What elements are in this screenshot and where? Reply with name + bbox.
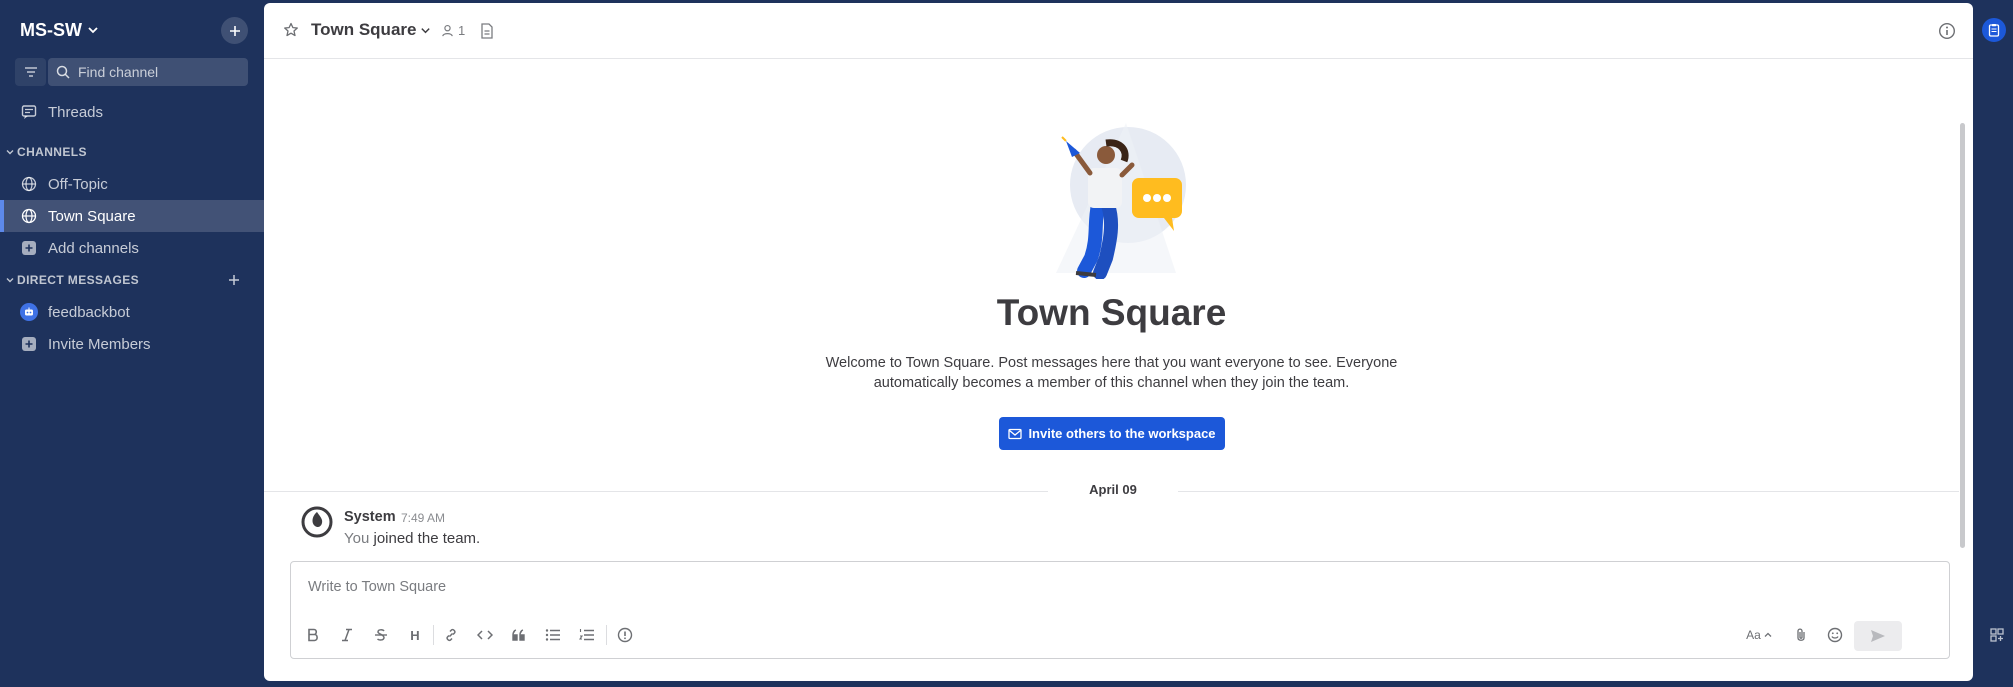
member-icon — [442, 24, 453, 37]
clipboard-icon — [1988, 24, 2000, 37]
invite-others-button[interactable]: Invite others to the workspace — [999, 417, 1225, 450]
post-message: You joined the team. — [344, 530, 480, 547]
chevron-down-icon — [421, 27, 431, 33]
toolbar-divider — [433, 625, 434, 645]
add-direct-message-icon[interactable] — [226, 272, 242, 288]
strikethrough-icon — [375, 629, 387, 641]
paperclip-icon — [1797, 628, 1805, 641]
star-icon[interactable] — [283, 22, 299, 38]
date-separator: April 09 — [1048, 482, 1178, 497]
channels-section-header[interactable]: CHANNELS — [6, 145, 87, 159]
post-message-prefix: You — [344, 530, 370, 547]
member-count: 1 — [458, 23, 466, 38]
toolbar-divider — [606, 625, 607, 645]
channel-name: Town Square — [311, 20, 417, 39]
code-icon — [477, 630, 493, 640]
post-username[interactable]: System — [344, 509, 396, 525]
sidebar-item-label: Off-Topic — [48, 175, 108, 193]
member-count-button[interactable]: 1 — [441, 23, 465, 38]
channel-name-menu[interactable]: Town Square — [311, 20, 431, 40]
app-bar-icon[interactable] — [1982, 18, 2006, 42]
plus-box-icon — [21, 336, 37, 352]
bulleted-list-button[interactable] — [541, 623, 565, 647]
search-icon — [56, 65, 70, 79]
section-title: DIRECT MESSAGES — [17, 273, 140, 287]
sidebar-item-label: Add channels — [48, 239, 139, 257]
filter-icon — [24, 67, 37, 77]
composer-placeholder: Write to Town Square — [308, 579, 447, 595]
italic-button[interactable] — [335, 623, 359, 647]
sidebar: MS-SW Find channel Threads CHANNELS Off-… — [0, 0, 264, 687]
sidebar-item-town-square[interactable]: Town Square — [0, 200, 264, 232]
sidebar-item-label: Invite Members — [48, 335, 151, 353]
post-timestamp[interactable]: 7:49 AM — [401, 511, 445, 525]
files-icon[interactable] — [480, 23, 494, 39]
chevron-up-icon — [1764, 632, 1772, 637]
info-icon[interactable] — [1938, 22, 1956, 40]
emoji-icon — [1827, 627, 1843, 643]
numbered-list-icon — [579, 629, 594, 641]
chevron-down-icon — [6, 278, 14, 283]
scrollbar[interactable] — [1960, 123, 1965, 548]
send-icon — [1871, 630, 1885, 642]
bot-avatar-icon — [20, 303, 38, 321]
quote-button[interactable] — [507, 623, 531, 647]
globe-icon — [21, 208, 37, 224]
post-message-text: joined the team. — [373, 530, 481, 547]
intro-description: Welcome to Town Square. Post messages he… — [825, 355, 1398, 391]
message-composer[interactable]: Write to Town Square H Aa — [290, 561, 1950, 659]
intro-title: Town Square — [996, 292, 1227, 333]
code-button[interactable] — [473, 623, 497, 647]
message-priority-button[interactable] — [613, 623, 637, 647]
find-channel-placeholder: Find channel — [78, 64, 159, 80]
channel-view: Town Square 1 Town Square Welcome to Tow… — [264, 3, 1973, 681]
bold-button[interactable] — [301, 623, 325, 647]
sidebar-item-off-topic[interactable]: Off-Topic — [0, 168, 264, 200]
invite-members-button[interactable]: Invite Members — [0, 328, 264, 360]
threads-icon — [21, 104, 37, 120]
apps-grid-icon[interactable] — [1990, 628, 2004, 642]
sidebar-item-label: feedbackbot — [48, 303, 130, 321]
plus-box-icon — [21, 240, 37, 256]
send-button[interactable] — [1854, 621, 1902, 651]
globe-icon — [21, 176, 37, 192]
heading-label: H — [410, 627, 420, 643]
town-square-illustration — [1056, 123, 1186, 279]
add-button[interactable] — [221, 17, 248, 44]
section-title: CHANNELS — [17, 145, 87, 159]
formatting-toggle-button[interactable]: Aa — [1741, 623, 1777, 647]
invite-button-label: Invite others to the workspace — [1028, 426, 1216, 441]
bold-icon — [308, 628, 318, 642]
channel-header: Town Square 1 — [264, 3, 1973, 59]
numbered-list-button[interactable] — [575, 623, 599, 647]
envelope-icon — [1008, 428, 1023, 439]
filter-button[interactable] — [15, 58, 46, 86]
link-button[interactable] — [439, 623, 463, 647]
strikethrough-button[interactable] — [369, 623, 393, 647]
sidebar-item-label: Town Square — [48, 207, 136, 225]
system-avatar-icon — [301, 506, 333, 538]
team-name: MS-SW — [20, 19, 82, 40]
italic-icon — [342, 628, 352, 642]
sidebar-item-feedbackbot[interactable]: feedbackbot — [0, 296, 264, 328]
attach-button[interactable] — [1789, 623, 1813, 647]
formatting-toggle-label: Aa — [1746, 628, 1761, 642]
chevron-down-icon — [6, 150, 14, 155]
heading-button[interactable]: H — [403, 623, 427, 647]
quote-icon — [512, 629, 525, 641]
emoji-button[interactable] — [1823, 623, 1847, 647]
alert-circle-icon — [617, 627, 633, 643]
chevron-down-icon — [88, 27, 98, 34]
sidebar-item-label: Threads — [48, 103, 104, 121]
direct-messages-section-header[interactable]: DIRECT MESSAGES — [6, 273, 139, 287]
plus-icon — [229, 25, 240, 36]
link-icon — [446, 628, 456, 642]
sidebar-item-threads[interactable]: Threads — [0, 96, 264, 128]
find-channel-input[interactable]: Find channel — [48, 58, 248, 86]
add-channels-button[interactable]: Add channels — [0, 232, 264, 264]
bulleted-list-icon — [545, 629, 560, 641]
team-menu-button[interactable]: MS-SW — [20, 18, 99, 42]
